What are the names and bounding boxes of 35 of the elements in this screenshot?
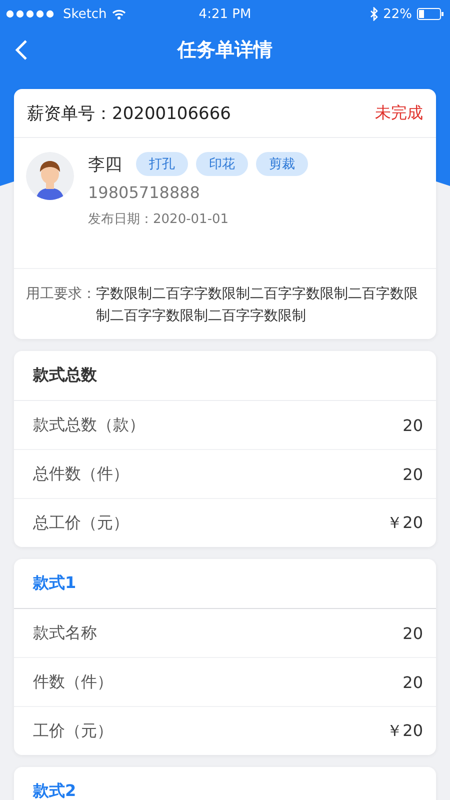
field-label: 款式名称	[33, 622, 97, 644]
section-title: 款式2	[33, 781, 76, 800]
page-title: 任务单详情	[178, 38, 272, 63]
section-title: 款式1	[33, 573, 76, 594]
field-label: 工价（元）	[33, 720, 113, 742]
requirement-text: 字数限制二百字字数限制二百字字数限制二百字数限制二百字字数限制二百字字数限制	[96, 285, 419, 326]
field-value: 20	[402, 464, 423, 484]
field-value: 20	[402, 624, 423, 642]
field-value: ￥20	[386, 720, 423, 742]
field-value: 20	[402, 416, 423, 434]
avatar	[26, 152, 74, 200]
field-value: 20	[402, 672, 423, 692]
section-title: 款式总数	[33, 365, 97, 386]
skill-tag: 剪裁	[256, 152, 308, 176]
publish-date: 发布日期：2020-01-01	[88, 211, 230, 228]
battery-icon	[416, 8, 444, 20]
status-label: 未完成	[375, 102, 423, 124]
worker-name: 李四	[88, 154, 122, 176]
field-label: 总工价（元）	[33, 512, 129, 534]
skill-tag: 打孔	[136, 152, 188, 176]
field-label: 款式总数（款）	[33, 414, 145, 436]
order-number-label: 薪资单号：	[27, 104, 112, 124]
field-label: 总件数（件）	[33, 464, 129, 484]
requirement-label: 用工要求：	[26, 285, 96, 304]
wifi-icon	[112, 8, 126, 20]
carrier-name: Sketch	[63, 6, 107, 22]
field-value: ￥20	[386, 512, 423, 534]
phone-number: 19805718888	[88, 183, 201, 202]
order-number: 20200106666	[112, 104, 231, 124]
bluetooth-icon	[370, 7, 378, 21]
back-icon[interactable]	[14, 39, 28, 61]
skill-tag: 印花	[196, 152, 248, 176]
field-label: 件数（件）	[33, 672, 113, 692]
battery-percent: 22%	[383, 6, 412, 22]
status-time: 4:21 PM	[198, 6, 252, 22]
